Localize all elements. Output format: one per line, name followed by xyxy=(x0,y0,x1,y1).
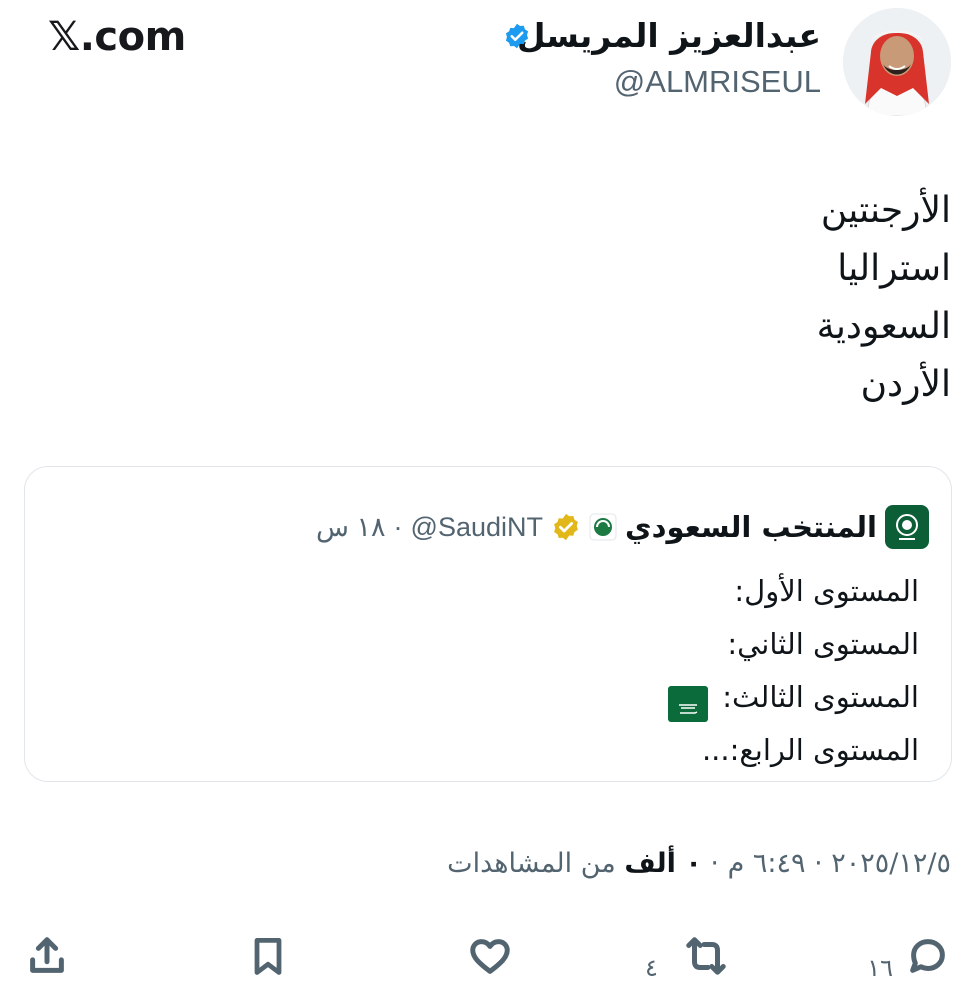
reply-button[interactable] xyxy=(905,930,951,982)
quoted-tweet-header: المنتخب السعودي @SaudiNT · ١٨ س xyxy=(316,503,929,551)
tweet-line: الأرجنتين xyxy=(820,190,951,231)
x-com-logo-text: 𝕏.com xyxy=(48,14,186,60)
author-avatar[interactable] xyxy=(843,8,951,116)
author-display-name[interactable]: عبدالعزيز المريسل xyxy=(517,16,821,55)
retweet-icon xyxy=(686,937,726,975)
quoted-tweet-text: المستوى الأول: المستوى الثاني: المستوى ا… xyxy=(668,565,919,777)
tweet-date[interactable]: ٢٠٢٥/١٢/٥ xyxy=(831,848,951,879)
quoted-account-avatar[interactable] xyxy=(885,505,929,549)
quoted-tweet-line: المستوى الرابع:... xyxy=(701,733,919,767)
tweet-line: الأردن xyxy=(860,364,951,405)
tweet-time[interactable]: ٦:٤٩ م xyxy=(728,848,806,879)
bookmark-icon xyxy=(254,938,282,975)
quoted-account-name[interactable]: المنتخب السعودي xyxy=(625,510,877,544)
quoted-tweet-line-text: المستوى الثالث: xyxy=(722,680,919,714)
quoted-tweet-line-with-flag: المستوى الثالث: xyxy=(668,671,919,724)
reply-icon xyxy=(910,939,945,973)
meta-separator: · xyxy=(814,848,823,879)
saudi-nt-logo-icon xyxy=(896,514,918,540)
quoted-tweet-line: المستوى الثاني: xyxy=(727,627,919,661)
bookmark-button[interactable] xyxy=(246,930,290,982)
meta-separator: · xyxy=(393,511,403,542)
share-button[interactable] xyxy=(24,930,70,982)
tweet-text: الأرجنتين استراليا السعودية الأردن xyxy=(817,182,951,414)
share-icon xyxy=(30,937,64,973)
views-label: من المشاهدات xyxy=(447,848,616,879)
meta-separator: · xyxy=(710,848,719,879)
federation-emblem-icon xyxy=(589,513,617,541)
avatar-image xyxy=(843,8,951,116)
tweet-meta-row: ٢٠٢٥/١٢/٥ · ٦:٤٩ م · ٠ ألف من المشاهدات xyxy=(447,848,951,879)
author-handle[interactable]: @ALMRISEUL xyxy=(614,64,821,100)
retweet-button[interactable] xyxy=(678,930,734,982)
saudi-flag-icon xyxy=(668,686,709,722)
quoted-tweet-card[interactable]: المنتخب السعودي @SaudiNT · ١٨ س المستوى … xyxy=(24,466,952,782)
quoted-tweet-line: المستوى الأول: xyxy=(734,574,919,608)
reply-count: ١٦ xyxy=(867,954,893,982)
quoted-account-handle[interactable]: @SaudiNT xyxy=(411,512,543,543)
heart-icon xyxy=(470,939,510,974)
tweet-line: السعودية xyxy=(816,306,951,347)
views-count: ٠ ألف xyxy=(624,848,702,879)
gold-verified-badge-icon xyxy=(554,513,578,541)
like-button[interactable] xyxy=(466,930,514,982)
retweet-count: ٤ xyxy=(645,954,658,982)
quoted-tweet-time[interactable]: ١٨ س xyxy=(316,512,385,543)
tweet-line: استراليا xyxy=(837,248,951,289)
verified-badge-icon xyxy=(505,23,529,49)
